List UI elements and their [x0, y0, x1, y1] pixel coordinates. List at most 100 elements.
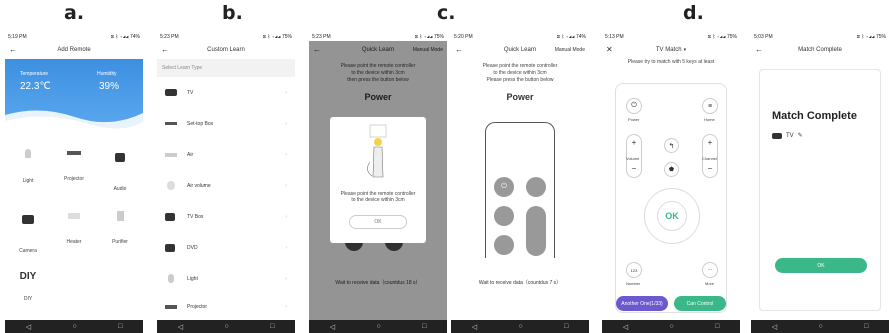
list-item-set-top-box[interactable]: Set-top Box ›: [157, 108, 295, 139]
climate-card: Temperature 22.3℃ Humidity 39%: [5, 59, 143, 129]
grid-item-camera[interactable]: Camera: [5, 197, 51, 259]
grid-item-purifier[interactable]: Purifier: [97, 197, 143, 259]
nav-back-icon[interactable]: ◁: [772, 323, 777, 331]
item-label: Heater: [66, 239, 82, 245]
humidity-value: 39%: [99, 81, 120, 92]
nav-home-icon[interactable]: ○: [376, 323, 380, 330]
learn-type-list: TV › Set-top Box › Air › Air volume › TV Box…: [157, 77, 295, 319]
list-item-tv[interactable]: TV ›: [157, 77, 295, 108]
item-label: DVD: [187, 244, 198, 251]
set-top-box-icon: [165, 122, 177, 125]
number-button[interactable]: 123: [626, 262, 642, 278]
power-icon: ⏻: [631, 102, 637, 109]
dpad[interactable]: OK: [644, 188, 700, 244]
remote-key: [494, 206, 514, 226]
list-item-air-volume[interactable]: Air volume ›: [157, 170, 295, 201]
nav-recent-icon[interactable]: □: [118, 323, 122, 330]
home-key-button[interactable]: ⬟: [664, 162, 679, 177]
remote-key: [494, 235, 514, 255]
home-button[interactable]: ≡: [702, 98, 718, 114]
status-icons: ⊠ ᛒ ▾◢◢ 75%: [856, 34, 886, 40]
nav-recent-icon[interactable]: □: [270, 323, 274, 330]
status-icons: ⊠ ᛒ ▾◢◢ 74%: [110, 34, 140, 40]
power-icon: ⏻: [501, 183, 507, 190]
dialog-ok-button[interactable]: OK: [349, 215, 407, 229]
manual-mode-link[interactable]: Manual Mode: [555, 47, 585, 53]
device-grid: Light Projector Audio Camera Heater Puri…: [5, 135, 143, 321]
nav-home-icon[interactable]: ○: [818, 323, 822, 330]
wave-decoration: [5, 110, 143, 129]
chevron-down-icon[interactable]: ▾: [684, 47, 687, 53]
page-title: Custom Learn: [207, 47, 245, 53]
back-arrow-icon[interactable]: ←: [755, 45, 763, 54]
grid-item-diy[interactable]: DIY DIY: [5, 259, 51, 321]
ok-button[interactable]: OK: [775, 258, 867, 273]
back-arrow-icon[interactable]: ←: [455, 45, 463, 54]
status-bar: 5:19 PM ⊠ ᛒ ▾◢◢ 74%: [5, 33, 143, 41]
projector-icon: [67, 151, 81, 155]
diy-icon: DIY: [19, 271, 37, 282]
page-title: Quick Learn: [503, 47, 537, 53]
key-name: Power: [506, 92, 534, 102]
nav-bar: ◁ ○ □: [451, 320, 589, 333]
return-button[interactable]: ↰: [664, 138, 679, 153]
home-label: Home: [704, 117, 715, 122]
back-arrow-icon[interactable]: ←: [161, 45, 169, 54]
phone-quick-learn: 5:20 PM ⊠ ᛒ ▾◢◢ 74% ← Quick Learn Manual Mo…: [451, 33, 589, 333]
nav-recent-icon[interactable]: □: [564, 323, 568, 330]
purifier-icon: [116, 211, 124, 221]
item-label: Light: [187, 275, 198, 282]
remote-point-illustration: [367, 124, 387, 178]
plus-icon: +: [631, 138, 637, 147]
grid-item-projector[interactable]: Projector: [51, 135, 97, 197]
item-label: Audio: [113, 186, 127, 192]
nav-bar: ◁ ○ □: [751, 320, 889, 333]
ok-button[interactable]: OK: [657, 201, 687, 231]
power-button[interactable]: ⏻: [626, 98, 642, 114]
nav-back-icon[interactable]: ◁: [330, 323, 335, 331]
panel-label-c: c.: [437, 2, 456, 24]
list-item-tv-box[interactable]: TV Box ›: [157, 201, 295, 232]
nav-back-icon[interactable]: ◁: [472, 323, 477, 331]
nav-recent-icon[interactable]: □: [422, 323, 426, 330]
tv-box-icon: [165, 212, 175, 221]
grid-item-heater[interactable]: Heater: [51, 197, 97, 259]
more-label: More: [705, 281, 715, 286]
status-icons: ⊠ ᛒ ▾◢◢ 74%: [556, 34, 586, 40]
nav-recent-icon[interactable]: □: [864, 323, 868, 330]
status-bar: 5:13 PM ⊠ ᛒ ▾◢◢ 75%: [602, 33, 740, 41]
grid-item-audio[interactable]: Audio: [97, 135, 143, 197]
status-time: 5:23 PM: [312, 34, 331, 40]
nav-home-icon[interactable]: ○: [669, 323, 673, 330]
projector-icon: [165, 304, 177, 309]
list-item-light[interactable]: Light ›: [157, 263, 295, 294]
nav-back-icon[interactable]: ◁: [178, 323, 183, 331]
nav-home-icon[interactable]: ○: [72, 323, 76, 330]
heater-icon: [68, 213, 80, 219]
list-item-projector[interactable]: Projector ›: [157, 294, 295, 319]
grid-item-light[interactable]: Light: [5, 135, 51, 197]
close-icon[interactable]: ✕: [606, 45, 613, 54]
nav-back-icon[interactable]: ◁: [26, 323, 31, 331]
list-item-dvd[interactable]: DVD ›: [157, 232, 295, 263]
another-one-button[interactable]: Another One(1/33): [616, 296, 668, 311]
more-button[interactable]: ···: [702, 262, 718, 278]
home-icon: ⬟: [668, 167, 675, 173]
instruction-line: Please point the remote controller: [482, 63, 558, 69]
edit-pencil-icon[interactable]: ✎: [798, 132, 803, 139]
power-key[interactable]: ⏻: [494, 177, 514, 197]
list-item-air[interactable]: Air ›: [157, 139, 295, 170]
chevron-right-icon: ›: [285, 151, 287, 158]
camera-icon: [22, 215, 34, 224]
phone-tv-match: 5:13 PM ⊠ ᛒ ▾◢◢ 75% ✕ TV Match ▾ Please try…: [602, 33, 740, 333]
chevron-right-icon: ›: [285, 120, 287, 127]
nav-home-icon[interactable]: ○: [518, 323, 522, 330]
nav-home-icon[interactable]: ○: [224, 323, 228, 330]
item-label: Air: [187, 151, 194, 158]
bulb-icon: [25, 149, 31, 158]
back-arrow-icon[interactable]: ←: [9, 45, 17, 54]
nav-back-icon[interactable]: ◁: [623, 323, 628, 331]
nav-recent-icon[interactable]: □: [715, 323, 719, 330]
can-control-button[interactable]: Can Control: [674, 296, 726, 311]
panel-label-a: a.: [64, 2, 85, 24]
